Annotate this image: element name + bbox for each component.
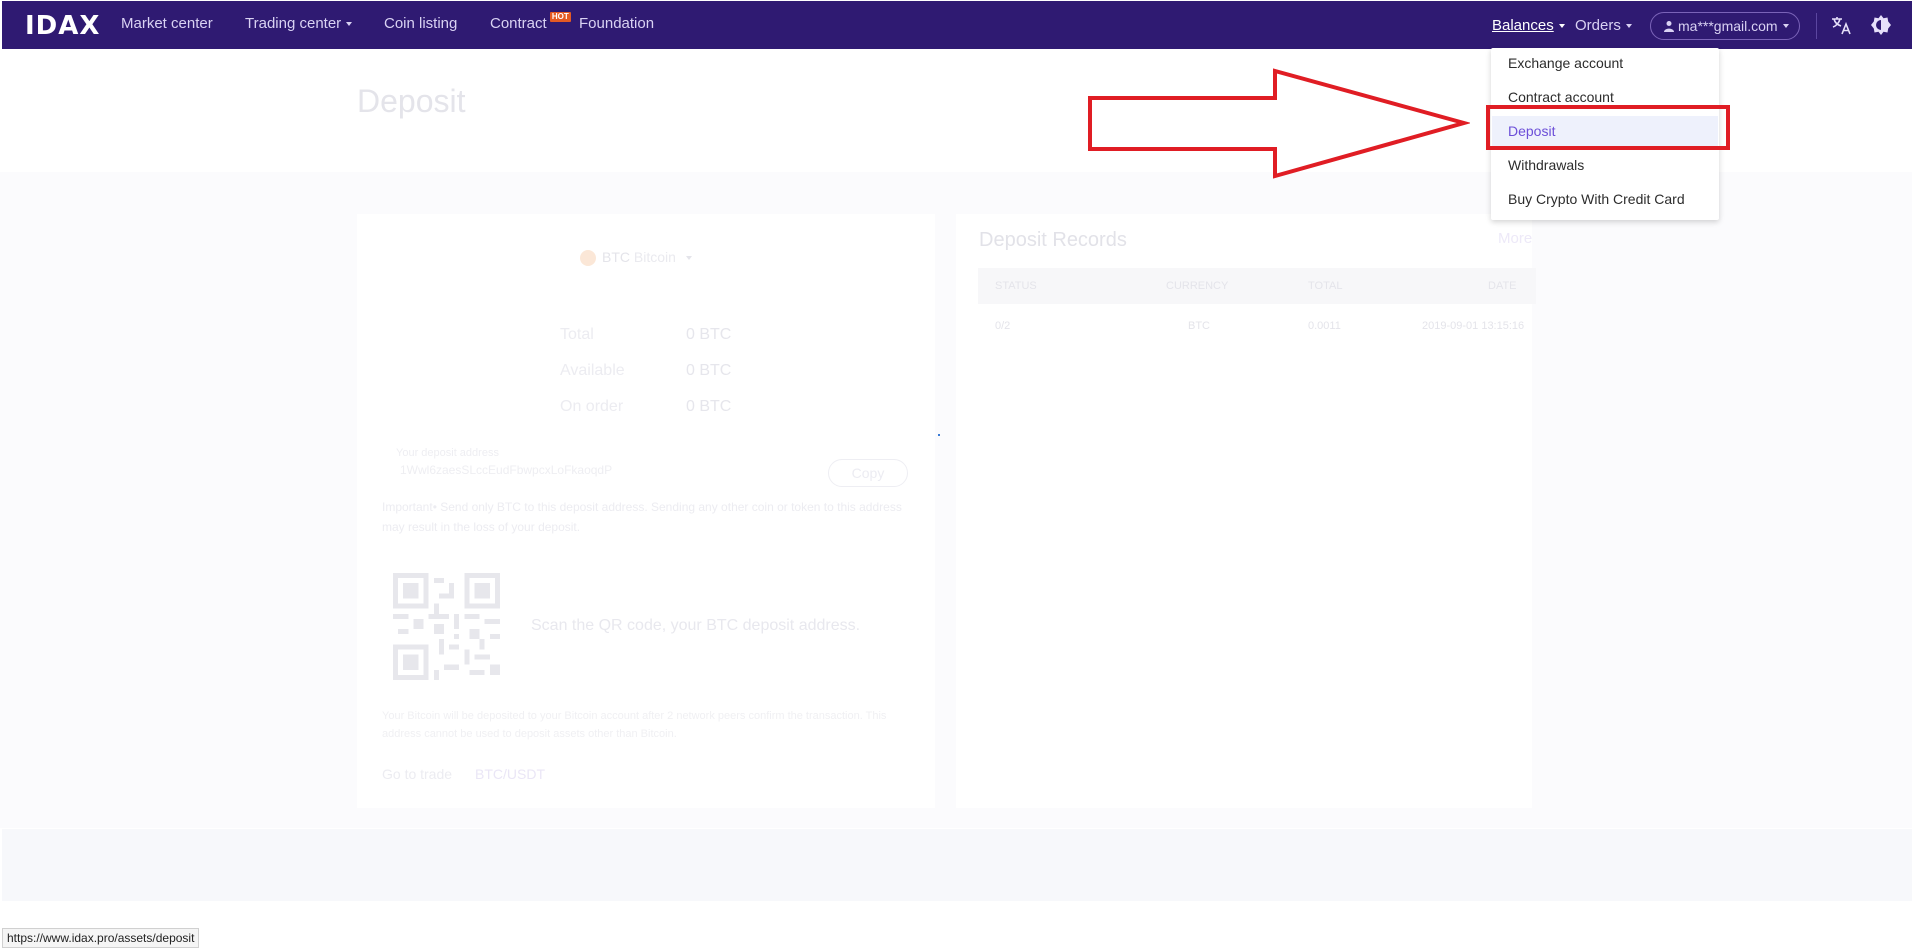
annotation-arrow — [1088, 68, 1470, 179]
chevron-down-icon — [1782, 24, 1789, 28]
go-to-trade-label: Go to trade — [382, 766, 453, 782]
header-currency: CURRENCY — [1166, 280, 1229, 292]
records-more-link[interactable]: More — [1498, 230, 1532, 247]
user-menu[interactable]: ma***gmail.com — [1650, 12, 1800, 40]
scan-qr-text: Scan the QR code, your BTC deposit addre… — [531, 617, 861, 634]
footer — [2, 829, 1912, 901]
balance-total-label: Total — [560, 326, 594, 343]
records-table-header: STATUS CURRENCY TOTAL DATE — [978, 268, 1536, 304]
nav-contract-label: Contract — [490, 15, 547, 32]
row-currency: BTC — [1188, 320, 1210, 332]
idax-logo[interactable]: IDAX — [25, 11, 100, 41]
hot-badge: HOT — [549, 12, 571, 22]
notice-text: Important• Send only BTC to this deposit… — [382, 500, 902, 534]
nav-balances-label: Balances — [1492, 17, 1554, 34]
header-date: DATE — [1488, 280, 1517, 292]
loading-indicator — [938, 434, 940, 436]
header-total: TOTAL — [1308, 280, 1343, 292]
status-bar-url: https://www.idax.pro/assets/deposit — [2, 928, 200, 948]
coin-name: Bitcoin — [633, 249, 676, 265]
coin-select[interactable]: BTC Bitcoin — [580, 249, 692, 267]
deposit-records-title: Deposit Records — [979, 229, 1127, 251]
deposit-footnote: Your Bitcoin will be deposited to your B… — [382, 710, 887, 740]
nav-orders[interactable]: Orders — [1575, 17, 1632, 34]
balance-onorder-label: On order — [560, 398, 624, 415]
header-status: STATUS — [995, 280, 1037, 292]
balance-total-value: 0 BTC — [686, 326, 732, 343]
dropdown-item-contract-account[interactable]: Contract account — [1508, 89, 1614, 105]
balance-onorder-value: 0 BTC — [686, 398, 732, 415]
trade-pair-link[interactable]: BTC/USDT — [475, 766, 545, 782]
copy-address-button[interactable]: Copy — [828, 459, 908, 487]
annotation-highlight-box — [1486, 105, 1730, 150]
top-nav-bar: IDAX Market center Trading center Coin l… — [2, 1, 1912, 49]
nav-orders-label: Orders — [1575, 17, 1621, 34]
row-total: 0.0011 — [1308, 320, 1341, 332]
deposit-address-label: Your deposit address — [396, 447, 499, 459]
nav-contract[interactable]: Contract HOT — [490, 12, 571, 32]
chevron-down-icon — [1625, 24, 1632, 29]
page-title: Deposit — [357, 83, 466, 119]
nav-coin-listing[interactable]: Coin listing — [384, 15, 457, 32]
nav-trading-center[interactable]: Trading center — [245, 15, 353, 32]
qr-code — [393, 573, 500, 680]
important-notice: Important• Send only BTC to this deposit… — [382, 497, 904, 537]
dropdown-item-exchange-account[interactable]: Exchange account — [1508, 55, 1623, 71]
nav-trading-center-label: Trading center — [245, 15, 342, 32]
coin-symbol: BTC — [602, 249, 630, 265]
balance-available-label: Available — [560, 362, 625, 379]
row-date: 2019-09-01 13:15:16 — [1422, 320, 1525, 332]
chevron-down-icon — [685, 256, 692, 261]
user-email: ma***gmail.com — [1678, 18, 1778, 34]
dropdown-item-buy-crypto[interactable]: Buy Crypto With Credit Card — [1508, 191, 1685, 207]
chevron-down-icon — [1558, 24, 1565, 29]
nav-balances[interactable]: Balances — [1492, 17, 1565, 34]
balance-available-value: 0 BTC — [686, 362, 732, 379]
translate-icon[interactable] — [1830, 14, 1852, 36]
user-icon — [1664, 21, 1674, 32]
dropdown-item-withdrawals[interactable]: Withdrawals — [1508, 157, 1584, 173]
nav-foundation[interactable]: Foundation — [579, 15, 654, 32]
nav-market-center[interactable]: Market center — [121, 15, 213, 32]
nav-divider — [1816, 13, 1817, 39]
bitcoin-icon — [580, 250, 596, 267]
row-status: 0/2 — [995, 320, 1011, 332]
chevron-down-icon — [346, 22, 353, 27]
theme-icon[interactable] — [1870, 14, 1892, 36]
page: IDAX Market center Trading center Coin l… — [0, 0, 1912, 948]
deposit-address-value: 1Wwl6zaesSLccEudFbwpcxLoFkaoqdP — [400, 463, 613, 477]
